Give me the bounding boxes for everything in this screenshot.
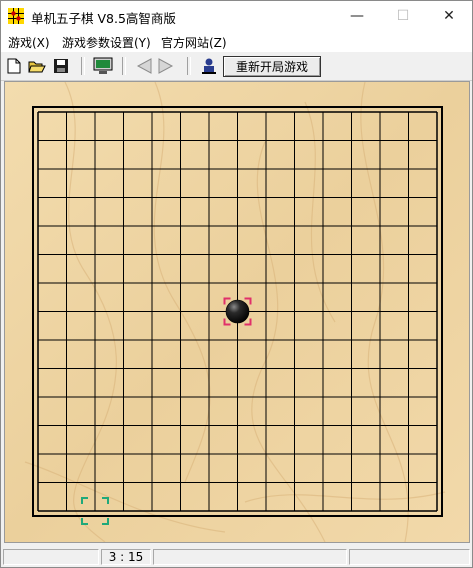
close-icon: ✕ xyxy=(443,8,455,24)
menu-game-settings[interactable]: 游戏参数设置(Y) xyxy=(62,34,151,51)
undo-button[interactable] xyxy=(134,56,154,76)
minimize-icon: — xyxy=(350,8,364,24)
toolbar: 重新开局游戏 xyxy=(1,52,472,81)
player-button[interactable] xyxy=(199,56,219,76)
gomoku-app-icon xyxy=(8,8,24,24)
game-board-area[interactable] xyxy=(4,81,470,543)
toolbar-separator xyxy=(122,57,126,75)
maximize-icon: ☐ xyxy=(396,8,410,24)
player-icon xyxy=(202,58,216,74)
game-board[interactable] xyxy=(5,82,469,542)
redo-arrow-icon xyxy=(158,58,174,74)
menu-bar: 游戏(X) 游戏参数设置(Y) 官方网站(Z) xyxy=(1,31,472,52)
menu-game[interactable]: 游戏(X) xyxy=(8,34,50,51)
status-bar: 3 : 15 xyxy=(1,547,472,567)
app-window: 单机五子棋 V8.5高智商版 — ☐ ✕ 游戏(X) 游戏参数设置(Y) 官方网… xyxy=(0,0,473,568)
maximize-button[interactable]: ☐ xyxy=(380,1,426,31)
status-timer: 3 : 15 xyxy=(101,549,151,565)
redo-button[interactable] xyxy=(156,56,176,76)
menu-official-site[interactable]: 官方网站(Z) xyxy=(161,34,227,51)
status-cell-extra xyxy=(349,549,470,565)
status-cell-message xyxy=(153,549,347,565)
close-button[interactable]: ✕ xyxy=(426,1,472,31)
undo-arrow-icon xyxy=(136,58,152,74)
toolbar-separator xyxy=(81,57,85,75)
open-folder-icon xyxy=(28,61,46,72)
new-file-icon xyxy=(7,58,21,74)
restart-game-button[interactable]: 重新开局游戏 xyxy=(223,56,321,77)
save-button[interactable] xyxy=(51,56,71,76)
restart-game-label: 重新开局游戏 xyxy=(235,60,308,74)
save-disk-icon xyxy=(54,59,68,73)
monitor-icon xyxy=(93,57,113,74)
status-cell-info xyxy=(3,549,99,565)
display-button[interactable] xyxy=(92,56,114,76)
new-game-button[interactable] xyxy=(5,56,23,76)
open-button[interactable] xyxy=(27,56,47,76)
window-title: 单机五子棋 V8.5高智商版 xyxy=(31,11,176,26)
toolbar-separator xyxy=(187,57,191,75)
title-bar[interactable]: 单机五子棋 V8.5高智商版 — ☐ ✕ xyxy=(1,1,472,31)
black-stone xyxy=(225,299,250,324)
minimize-button[interactable]: — xyxy=(334,1,380,31)
